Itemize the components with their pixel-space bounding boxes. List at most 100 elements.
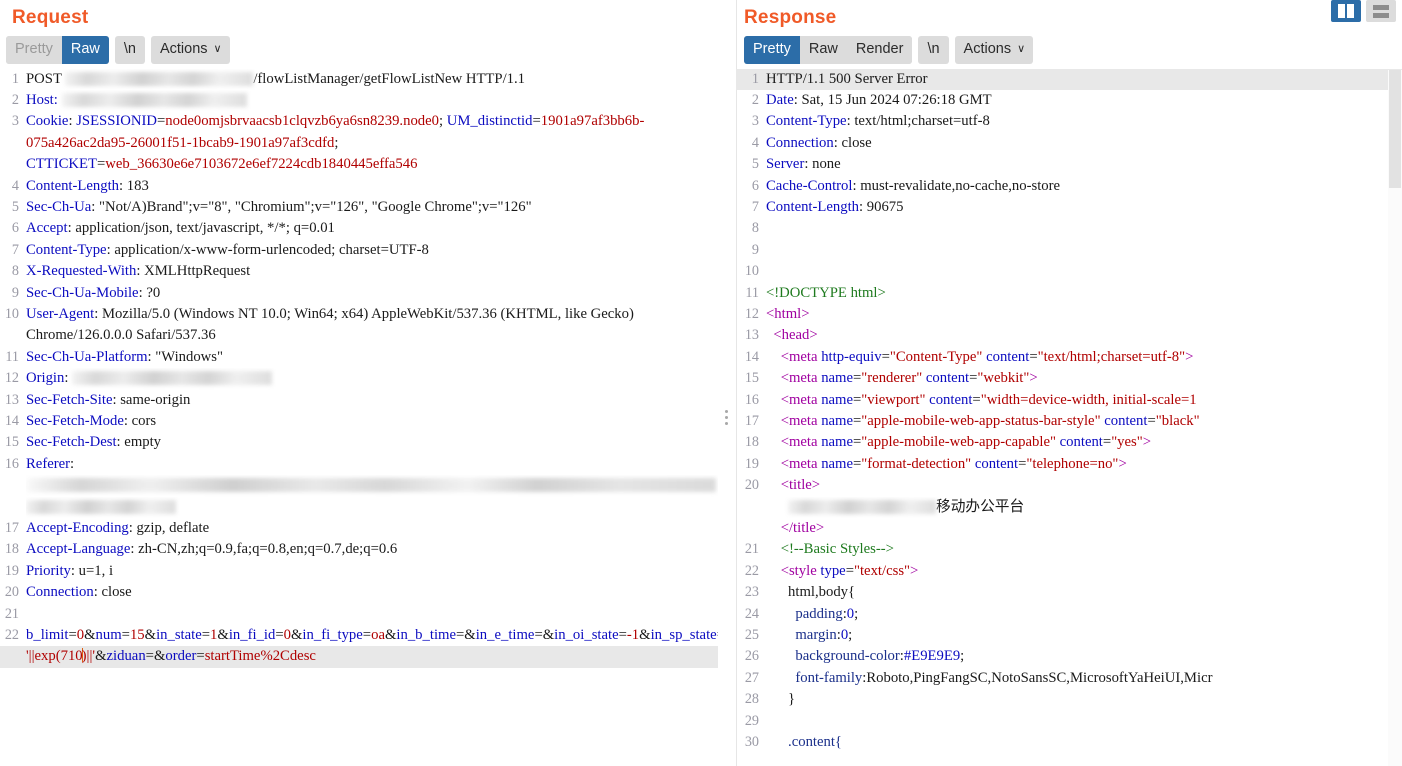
code-line[interactable]: 20 <title> <box>736 475 1402 496</box>
code-token: in_b_time <box>396 627 456 644</box>
code-token: "apple-mobile-web-app-status-bar-style" <box>861 413 1101 429</box>
code-token: ziduan <box>106 648 146 665</box>
code-line-text: Server: none <box>766 154 1402 175</box>
code-token: : "Windows" <box>147 348 223 365</box>
code-line-text: <!--Basic Styles--> <box>766 539 1402 560</box>
redacted-text <box>61 92 247 107</box>
line-number: 30 <box>744 734 759 751</box>
code-token: = <box>196 648 205 665</box>
response-code-editor[interactable]: 1 HTTP/1.1 500 Server Error 2 Date: Sat, 15… <box>736 68 1402 754</box>
request-raw-tab[interactable]: Raw <box>61 36 109 64</box>
code-line[interactable]: 18 Accept-Language: zh-CN,zh;q=0.9,fa;q=0… <box>0 539 718 560</box>
code-token: : must-revalidate,no-cache,no-store <box>852 177 1061 194</box>
code-line[interactable]: 15 Sec-Fetch-Dest: empty <box>0 432 718 453</box>
code-line[interactable]: 22 <style type="text/css"> <box>736 561 1402 582</box>
code-line[interactable]: 26 background-color:#E9E9E9; <box>736 646 1402 667</box>
code-line[interactable] <box>0 475 718 496</box>
code-line[interactable]: 23 html,body{ <box>736 582 1402 603</box>
request-newline-button[interactable]: \n <box>114 36 145 64</box>
code-line[interactable]: 16 <meta name="viewport" content="width=… <box>736 390 1402 411</box>
code-line[interactable]: 24 padding:0; <box>736 604 1402 625</box>
code-token: <meta <box>780 455 818 472</box>
response-render-tab[interactable]: Render <box>846 36 913 64</box>
request-pretty-tab[interactable]: Pretty <box>6 36 62 64</box>
code-line[interactable]: 27 font-family:Roboto,PingFangSC,NotoSan… <box>736 668 1402 689</box>
code-line[interactable]: 14 <meta http-equiv="Content-Type" conte… <box>736 347 1402 368</box>
code-line[interactable]: 19 Priority: u=1, i <box>0 561 718 582</box>
code-line[interactable]: 移动办公平台 <box>736 497 1402 518</box>
code-line[interactable]: 29 <box>736 711 1402 732</box>
code-line[interactable]: 5 Server: none <box>736 154 1402 175</box>
request-panel: Request Pretty Raw \n Actions ∨ 1 POST /f… <box>0 0 718 766</box>
code-line[interactable]: 9 Sec-Ch-Ua-Mobile: ?0 <box>0 283 718 304</box>
line-number: 13 <box>4 391 19 408</box>
response-raw-tab[interactable]: Raw <box>799 36 847 64</box>
code-line[interactable]: 16 Referer: <box>0 454 718 475</box>
code-line[interactable]: 2 Date: Sat, 15 Jun 2024 07:26:18 GMT <box>736 90 1402 111</box>
code-line[interactable]: 14 Sec-Fetch-Mode: cors <box>0 411 718 432</box>
code-line[interactable]: 8 <box>736 218 1402 239</box>
code-token: 0 <box>283 627 291 644</box>
code-line[interactable]: 12 <html> <box>736 304 1402 325</box>
response-vertical-scrollbar[interactable] <box>1388 70 1402 766</box>
code-line[interactable]: 4 Connection: close <box>736 133 1402 154</box>
code-line[interactable]: 13 <head> <box>736 325 1402 346</box>
code-line[interactable]: 15 <meta name="renderer" content="webkit… <box>736 368 1402 389</box>
code-line[interactable]: 3 Cookie: JSESSIONID=node0omjsbrvaacsb1cl… <box>0 111 718 175</box>
code-line[interactable] <box>0 497 718 518</box>
response-scroll-thumb[interactable] <box>1389 70 1401 188</box>
code-line[interactable]: 10 <box>736 261 1402 282</box>
code-line[interactable]: </title> <box>736 518 1402 539</box>
code-line[interactable]: 13 Sec-Fetch-Site: same-origin <box>0 390 718 411</box>
response-actions-button[interactable]: Actions ∨ <box>954 36 1034 64</box>
code-line[interactable]: 25 margin:0; <box>736 625 1402 646</box>
code-line[interactable]: 18 <meta name = "apple-mobile-web-app-capa… <box>736 432 1402 453</box>
code-token: "text/html;charset=utf-8" <box>1037 348 1186 365</box>
code-line[interactable]: 17 <meta name = "apple-mobile-web-app-stat… <box>736 411 1402 432</box>
code-line[interactable]: 7 Content-Type: application/x-www-form-ur… <box>0 240 718 261</box>
redacted-text <box>26 478 716 493</box>
code-line[interactable]: 1 POST /flowListManager/getFlowListNew HT… <box>0 69 718 90</box>
code-line-text: Connection: close <box>766 133 1402 154</box>
code-line[interactable]: 20 Connection: close <box>0 582 718 603</box>
split-vertical-button[interactable] <box>1331 0 1361 22</box>
code-line[interactable]: 7 Content-Length: 90675 <box>736 197 1402 218</box>
chevron-down-icon: ∨ <box>213 42 222 55</box>
code-line[interactable]: 6 Accept: application/json, text/javascri… <box>0 218 718 239</box>
code-line[interactable]: 21 <box>0 604 718 625</box>
code-line[interactable]: 6 Cache-Control: must-revalidate,no-cache… <box>736 176 1402 197</box>
request-actions-button[interactable]: Actions ∨ <box>150 36 230 64</box>
code-line[interactable]: 9 <box>736 240 1402 261</box>
code-line[interactable]: 11 <!DOCTYPE html> <box>736 283 1402 304</box>
code-line[interactable]: 3 Content-Type: text/html;charset=utf-8 <box>736 111 1402 132</box>
response-newline-button[interactable]: \n <box>918 36 949 64</box>
injection-payload-line[interactable]: '||exp(710)||'&ziduan=&order=startTime%2… <box>0 646 718 668</box>
response-pretty-tab[interactable]: Pretty <box>744 36 800 64</box>
code-line[interactable]: 8 X-Requested-With: XMLHttpRequest <box>0 261 718 282</box>
panel-splitter[interactable] <box>718 0 736 766</box>
code-token: X-Requested-With <box>26 263 137 280</box>
code-line[interactable]: 30 .content{ <box>736 732 1402 753</box>
code-line[interactable]: 22 b_limit=0&num=15&in_state=1&in_fi_id=0… <box>0 625 718 646</box>
line-number: 23 <box>744 584 759 601</box>
request-code-editor[interactable]: 1 POST /flowListManager/getFlowListNew HT… <box>0 69 718 668</box>
code-line-text: Priority: u=1, i <box>26 561 718 582</box>
split-vertical-icon <box>1338 4 1354 18</box>
code-line[interactable]: 19 <meta name="format-detection" content… <box>736 454 1402 475</box>
code-line[interactable]: 5 Sec-Ch-Ua: "Not/A)Brand";v="8", "Chromi… <box>0 197 718 218</box>
code-line[interactable]: 21 <!--Basic Styles--> <box>736 539 1402 560</box>
code-token: name <box>817 413 853 429</box>
code-line-text: font-family:Roboto,PingFangSC,NotoSansSC… <box>766 668 1402 689</box>
code-line[interactable]: 4 Content-Length: 183 <box>0 176 718 197</box>
code-line[interactable]: 17 Accept-Encoding: gzip, deflate <box>0 518 718 539</box>
code-line[interactable]: 12 Origin: <box>0 368 718 389</box>
code-line-text: Sec-Ch-Ua-Platform: "Windows" <box>26 347 718 368</box>
split-horizontal-button[interactable] <box>1366 0 1396 22</box>
code-line[interactable]: 28 } <box>736 689 1402 710</box>
code-line[interactable]: 11 Sec-Ch-Ua-Platform: "Windows" <box>0 347 718 368</box>
code-line[interactable]: 2 Host: <box>0 90 718 111</box>
code-line[interactable]: 10 User-Agent: Mozilla/5.0 (Windows NT 10… <box>0 304 718 347</box>
code-line[interactable]: 1 HTTP/1.1 500 Server Error <box>736 68 1402 90</box>
